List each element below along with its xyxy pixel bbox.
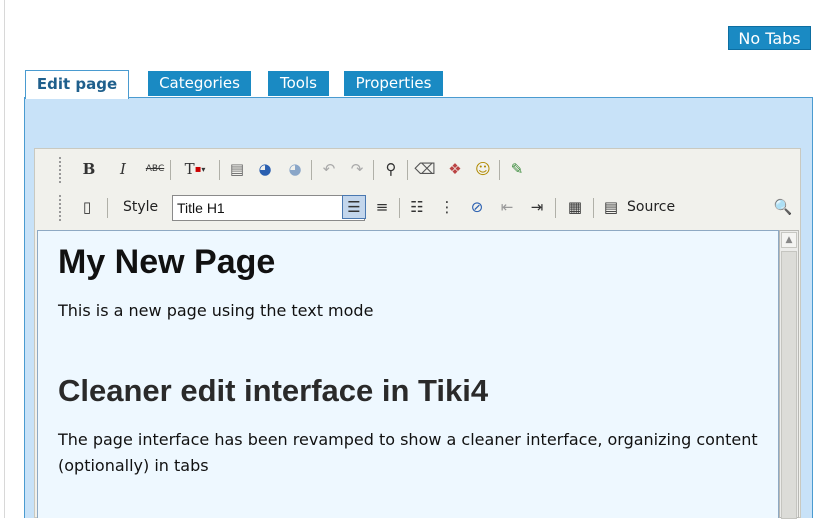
style-select[interactable]: Title H1 ▼	[172, 195, 365, 221]
toolbar-row-2: ▯ Style Title H1 ▼ ☰ ≡ ☷ ⋮ ⊘ ⇤ ⇥ ▦ ▤ Sou…	[35, 193, 800, 223]
indent-icon[interactable]: ⇥	[525, 195, 549, 219]
3d-box-icon[interactable]: ❖	[443, 157, 467, 181]
insert-link-icon[interactable]: ◕	[253, 157, 277, 181]
content-paragraph-2: The page interface has been revamped to …	[58, 430, 758, 475]
style-select-value: Title H1	[177, 200, 225, 216]
wiki-plugin-icon[interactable]: ✎	[505, 157, 529, 181]
page-left-border	[4, 0, 5, 518]
numbered-list-icon[interactable]: ⋮	[435, 195, 459, 219]
remove-link-icon[interactable]: ◕	[283, 157, 307, 181]
redo-icon[interactable]: ↷	[345, 157, 369, 181]
text-color-icon[interactable]: T ▪ ▾	[177, 157, 213, 181]
new-page-icon[interactable]: ▯	[75, 195, 99, 219]
align-center-icon[interactable]: ≡	[370, 195, 394, 219]
toolbar-row-1: B I ABC T ▪ ▾ ▤ ◕ ◕ ↶ ↷ ⚲ ⌫ ❖ ☺ ✎	[35, 155, 800, 185]
table-icon[interactable]: ▦	[563, 195, 587, 219]
no-tabs-button[interactable]: No Tabs	[728, 26, 811, 50]
scroll-up-icon[interactable]: ▲	[781, 232, 797, 248]
outdent-icon[interactable]: ⇤	[495, 195, 519, 219]
find-icon[interactable]: ⚲	[379, 157, 403, 181]
source-icon[interactable]: ▤	[599, 195, 623, 219]
tab-properties[interactable]: Properties	[344, 71, 443, 96]
italic-icon[interactable]: I	[111, 157, 135, 181]
paste-text-icon[interactable]: ▤	[225, 157, 249, 181]
content-heading-2: Cleaner edit interface in Tiki4	[58, 373, 489, 408]
smiley-icon[interactable]: ☺	[471, 157, 495, 181]
eraser-icon[interactable]: ⌫	[413, 157, 437, 181]
content-paragraph-1: This is a new page using the text mode	[58, 301, 374, 320]
style-label: Style	[123, 199, 159, 215]
scrollbar-thumb[interactable]	[781, 251, 797, 519]
toolbar-grip[interactable]	[59, 157, 64, 183]
undo-icon[interactable]: ↶	[317, 157, 341, 181]
content-heading-1: My New Page	[58, 243, 276, 281]
bold-icon[interactable]: B	[77, 157, 101, 181]
bulleted-list-icon[interactable]: ☷	[405, 195, 429, 219]
preview-icon[interactable]: 🔍	[771, 195, 795, 219]
align-left-icon[interactable]: ☰	[342, 195, 366, 219]
source-button[interactable]: Source	[627, 199, 675, 215]
editor-content-area[interactable]: My New Page This is a new page using the…	[37, 230, 779, 518]
tab-edit-page[interactable]: Edit page	[25, 70, 129, 99]
strikethrough-icon[interactable]: ABC	[143, 157, 167, 181]
tab-tools[interactable]: Tools	[268, 71, 329, 96]
editor-scrollbar[interactable]: ▲	[779, 230, 799, 519]
tab-categories[interactable]: Categories	[148, 71, 251, 96]
toolbar-grip[interactable]	[59, 195, 64, 221]
insert-link-icon[interactable]: ⊘	[465, 195, 489, 219]
